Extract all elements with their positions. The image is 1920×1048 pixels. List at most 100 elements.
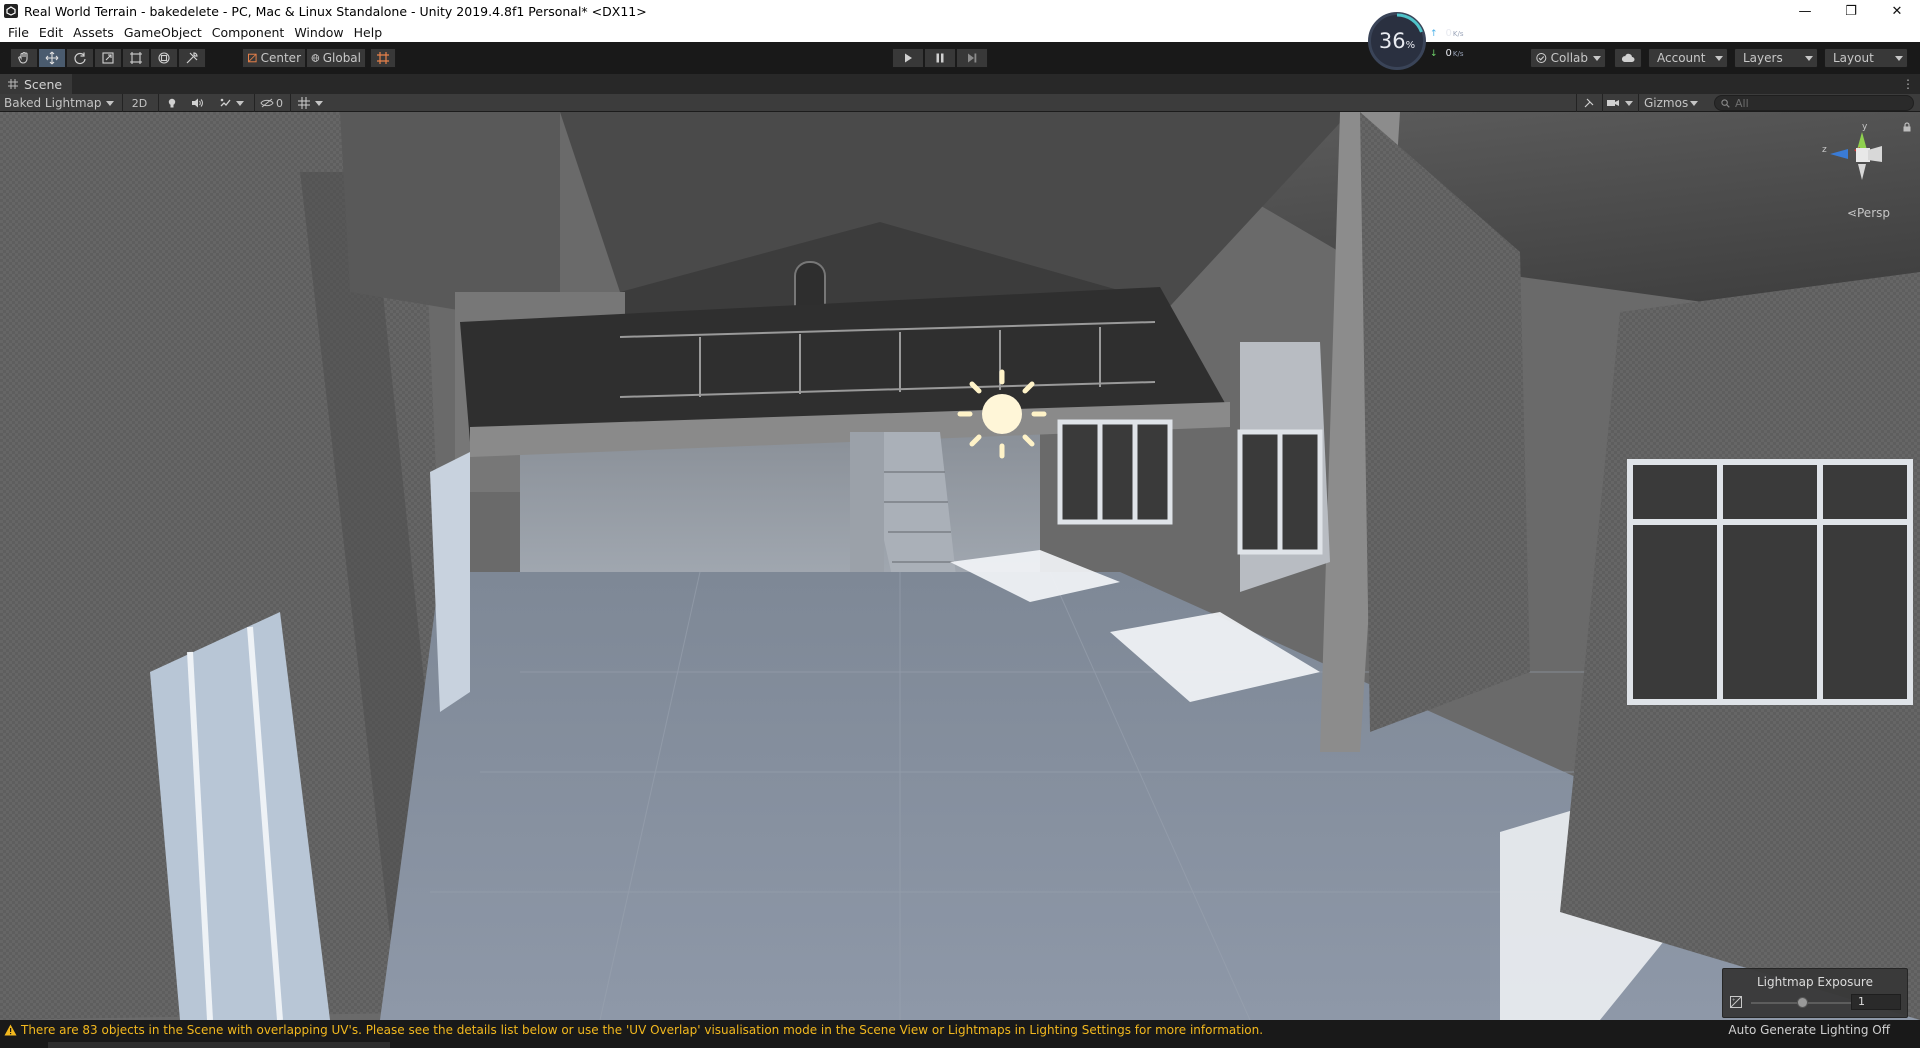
menu-window[interactable]: Window	[290, 25, 349, 40]
maximize-button[interactable]: ❐	[1828, 0, 1874, 22]
status-bar: There are 83 objects in the Scene with o…	[0, 1020, 1920, 1048]
scene-search-input[interactable]: All	[1714, 95, 1914, 111]
account-dropdown[interactable]: Account	[1648, 48, 1728, 68]
lightmap-exposure-panel: Lightmap Exposure + 1	[1722, 968, 1908, 1018]
chevron-down-icon	[106, 100, 114, 106]
projection-toggle[interactable]: ⋖Persp	[1847, 206, 1890, 220]
camera-settings-dropdown[interactable]	[1602, 94, 1636, 112]
transform-tools	[10, 48, 206, 68]
collab-button[interactable]: Collab	[1530, 48, 1606, 68]
chevron-down-icon	[315, 100, 323, 106]
tab-scene[interactable]: Scene	[0, 74, 73, 94]
console-warning-message[interactable]: There are 83 objects in the Scene with o…	[4, 1023, 1263, 1037]
pivot-rotation-button[interactable]: Global	[306, 48, 366, 68]
scene-search-placeholder: All	[1735, 96, 1749, 110]
menu-gameobject[interactable]: GameObject	[120, 25, 208, 40]
transform-tool-button[interactable]	[150, 48, 178, 68]
cloud-button[interactable]	[1614, 48, 1642, 68]
effects-dropdown[interactable]	[210, 94, 252, 112]
menu-assets[interactable]: Assets	[69, 25, 120, 40]
rotate-tool-button[interactable]	[66, 48, 94, 68]
download-unit: K/s	[1452, 49, 1464, 58]
warning-icon	[4, 1024, 17, 1036]
toggle-2d-label: 2D	[131, 96, 148, 110]
audio-toggle[interactable]	[184, 94, 210, 112]
scene-tab-bar: Scene ⋮	[0, 74, 1920, 94]
center-right-window	[1057, 419, 1173, 525]
rect-icon	[130, 52, 142, 64]
account-controls: Collab Account Layers Layout	[1530, 48, 1908, 68]
rect-tool-button[interactable]	[122, 48, 150, 68]
lock-icon[interactable]	[1902, 122, 1912, 132]
camera-icon	[1607, 100, 1619, 106]
handle-toggles: Center Global	[242, 48, 396, 68]
pivot-mode-button[interactable]: Center	[242, 48, 306, 68]
snap-settings-button[interactable]	[370, 48, 396, 68]
hidden-count: 0	[276, 96, 283, 110]
gizmo-y-axis[interactable]	[1857, 132, 1867, 150]
scene-render[interactable]	[0, 112, 1920, 1020]
title-bar: Real World Terrain - bakedelete - PC, Ma…	[0, 0, 1920, 22]
performance-monitor[interactable]: 36% ↑ 0 K/s ↓ 0 K/s	[1368, 12, 1478, 72]
hand-tool-button[interactable]	[10, 48, 38, 68]
cpu-usage-arc	[1396, 13, 1423, 33]
chevron-down-icon	[1895, 55, 1903, 61]
pivot-mode-label: Center	[260, 51, 301, 65]
scale-icon	[102, 52, 114, 64]
check-circle-icon	[1536, 52, 1547, 64]
exposure-slider-handle[interactable]	[1797, 997, 1809, 1008]
layers-label: Layers	[1743, 51, 1783, 65]
play-button[interactable]	[892, 48, 924, 68]
move-icon	[45, 51, 59, 65]
grid-dropdown[interactable]	[290, 94, 330, 112]
scale-tool-button[interactable]	[94, 48, 122, 68]
download-rate: ↓ 0 K/s	[1430, 48, 1464, 59]
window-controls: — ❐ ✕	[1782, 0, 1920, 22]
gizmos-dropdown[interactable]: Gizmos	[1638, 94, 1702, 112]
gizmos-label: Gizmos	[1644, 96, 1689, 110]
minimize-button[interactable]: —	[1782, 0, 1828, 22]
layers-dropdown[interactable]: Layers	[1734, 48, 1818, 68]
transform-icon	[158, 52, 170, 64]
pause-icon	[936, 53, 944, 63]
close-button[interactable]: ✕	[1874, 0, 1920, 22]
play-icon	[905, 53, 912, 63]
draw-mode-dropdown[interactable]: Baked Lightmap	[0, 94, 120, 112]
toggle-2d-button[interactable]: 2D	[122, 94, 156, 112]
scene-visibility-toggle[interactable]: 0	[254, 94, 288, 112]
search-icon	[1721, 98, 1730, 108]
scene-tools-button[interactable]	[1576, 94, 1600, 112]
step-button[interactable]	[956, 48, 988, 68]
chevron-down-icon	[1715, 55, 1723, 61]
gizmo-neg-y[interactable]	[1858, 164, 1866, 180]
grid-icon	[298, 97, 310, 109]
tools-icon	[186, 52, 198, 64]
scene-viewport[interactable]: y z ⋖Persp Lightmap Exposure + 1	[0, 112, 1920, 1020]
menu-bar: File Edit Assets GameObject Component Wi…	[0, 22, 1920, 42]
play-controls	[892, 48, 988, 68]
custom-tool-button[interactable]	[178, 48, 206, 68]
lighting-status[interactable]: Auto Generate Lighting Off	[1728, 1023, 1890, 1037]
warning-text: There are 83 objects in the Scene with o…	[21, 1023, 1264, 1037]
menu-edit[interactable]: Edit	[35, 25, 69, 40]
gizmo-neg-x[interactable]	[1868, 146, 1882, 162]
lighting-toggle[interactable]	[158, 94, 184, 112]
gizmo-z-axis[interactable]	[1830, 149, 1848, 159]
lightmap-exposure-title: Lightmap Exposure	[1757, 975, 1873, 989]
tab-menu-icon[interactable]: ⋮	[1902, 77, 1914, 91]
move-tool-button[interactable]	[38, 48, 66, 68]
gizmo-center-cube[interactable]	[1856, 148, 1870, 162]
layout-dropdown[interactable]: Layout	[1824, 48, 1908, 68]
projection-icon: ⋖	[1846, 206, 1857, 220]
menu-help[interactable]: Help	[350, 25, 389, 40]
exposure-value-field[interactable]: 1	[1851, 994, 1901, 1010]
right-window	[1627, 459, 1913, 705]
menu-component[interactable]: Component	[208, 25, 291, 40]
menu-file[interactable]: File	[4, 25, 35, 40]
exposure-slider-track[interactable]	[1751, 1002, 1867, 1004]
pause-button[interactable]	[924, 48, 956, 68]
download-arrow-icon: ↓	[1430, 48, 1438, 59]
effects-icon	[220, 98, 231, 107]
main-toolbar: Center Global Collab Account Layers Layo…	[0, 42, 1920, 74]
orientation-gizmo[interactable]: y z	[1812, 120, 1892, 208]
